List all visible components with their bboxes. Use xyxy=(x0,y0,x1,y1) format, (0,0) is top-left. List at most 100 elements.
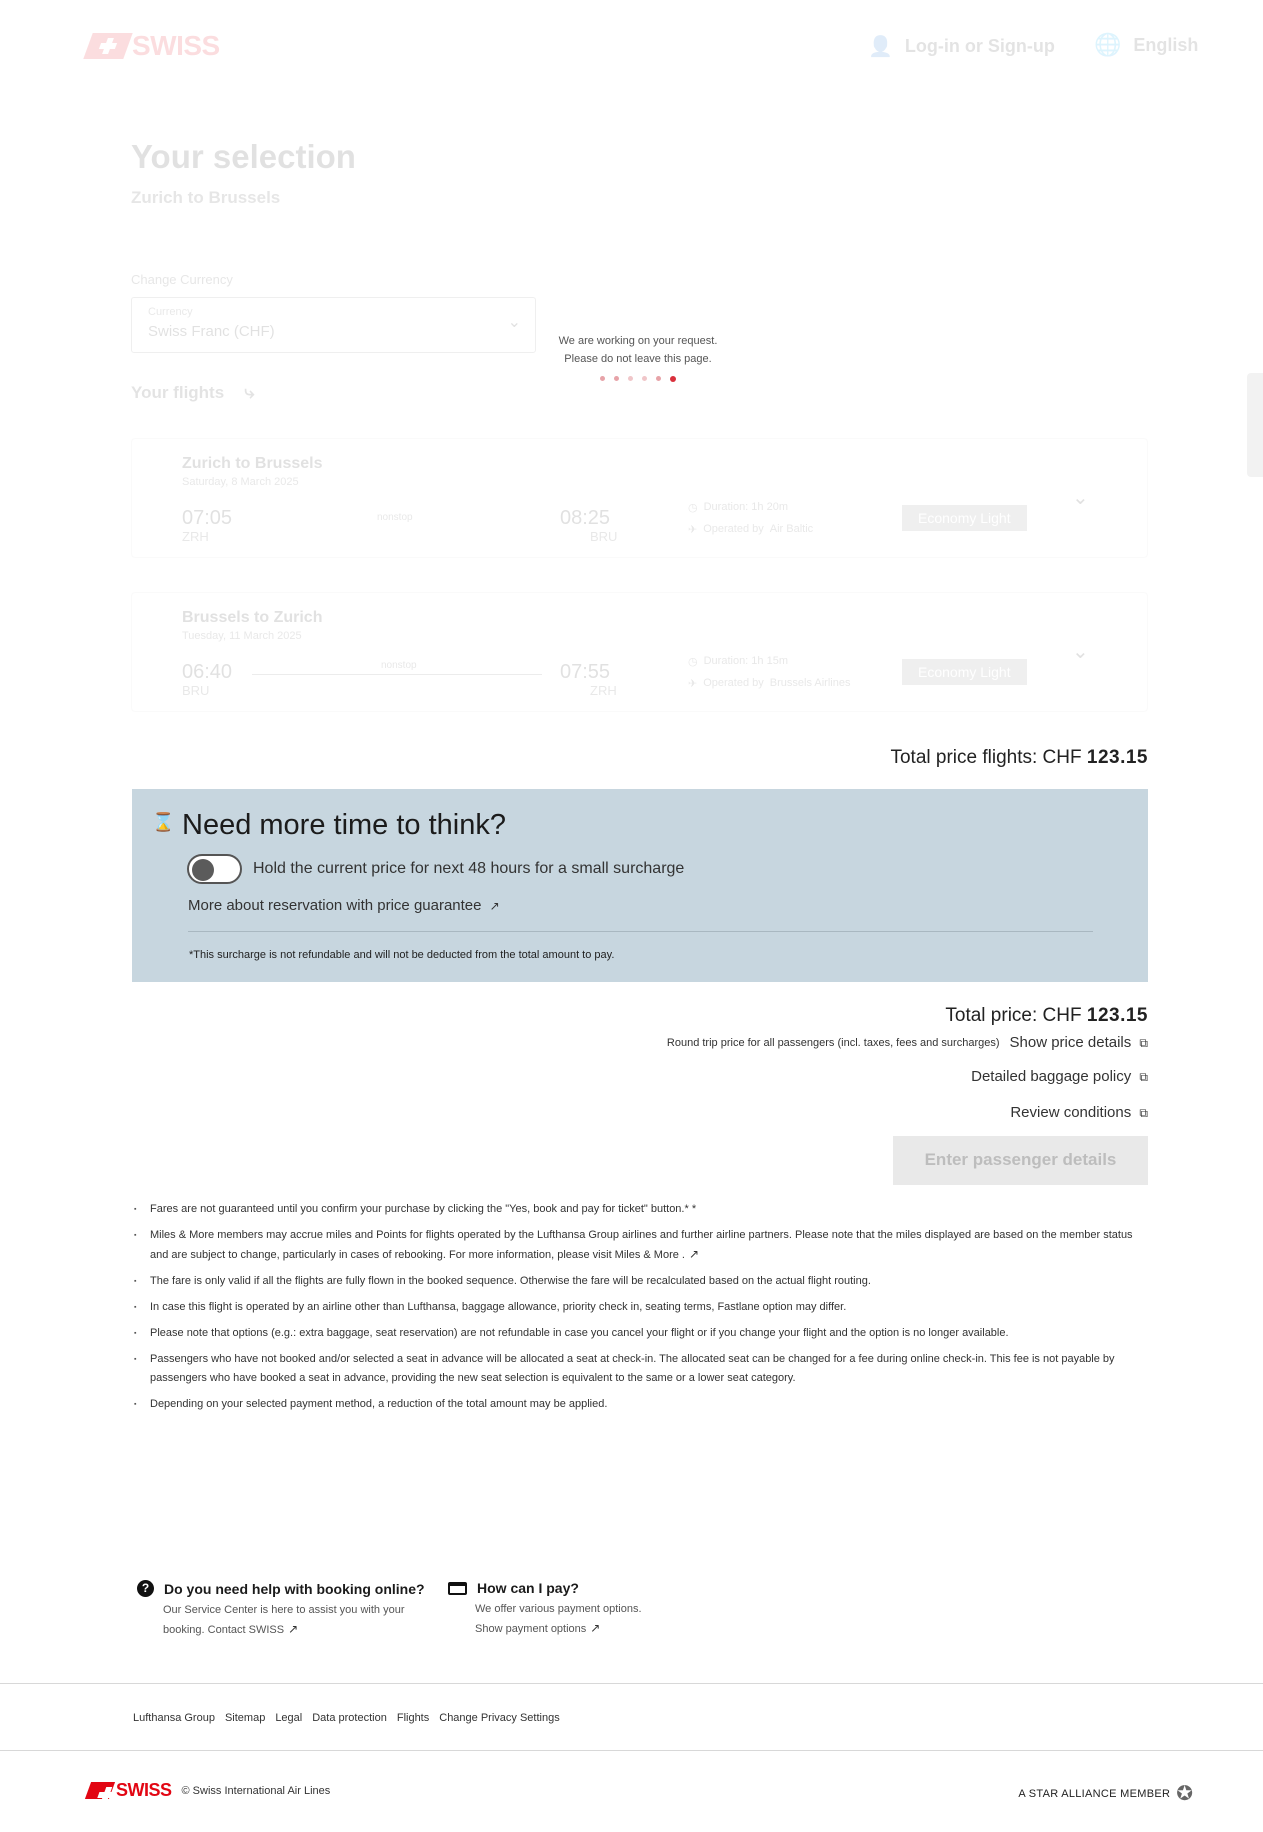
fare-note: Miles & More members may accrue miles an… xyxy=(132,1226,1142,1265)
feedback-tab[interactable] xyxy=(1247,373,1263,477)
price-hold-panel: ⌛ Need more time to think? Hold the curr… xyxy=(132,789,1148,982)
question-circle-icon: ? xyxy=(137,1580,154,1597)
payment-options-label: Show payment options xyxy=(475,1623,587,1635)
loading-line-2: Please do not leave this page. xyxy=(564,353,712,365)
flight-card-return[interactable]: Brussels to Zurich Tuesday, 11 March 202… xyxy=(131,592,1148,712)
plane-icon: ✈ xyxy=(688,524,698,536)
expand-chevron-icon[interactable]: ⌄ xyxy=(1072,639,1089,664)
footer-brand: SWISS © Swiss International Air Lines xyxy=(84,1780,331,1801)
currency-field-label: Currency xyxy=(148,306,193,318)
departure-airport: BRU xyxy=(182,683,210,698)
external-link-icon[interactable]: ↗ xyxy=(689,1245,699,1264)
price-hold-toggle-label: Hold the current price for next 48 hours… xyxy=(253,860,685,877)
operated-by-label: Operated by xyxy=(703,677,764,689)
share-icon[interactable]: ⤷ xyxy=(244,382,254,403)
page-title: Your selection xyxy=(131,138,356,175)
hourglass-icon: ⌛ xyxy=(152,812,175,832)
total-price: Total price: CHF 123.15 xyxy=(945,1005,1148,1027)
departure-time: 07:05 xyxy=(182,507,233,529)
panel-divider xyxy=(188,931,1093,932)
booking-help-text-wrap: Our Service Center is here to assist you… xyxy=(163,1601,437,1640)
clock-icon: ◷ xyxy=(688,502,698,514)
duration-label: Duration: 1h 15m xyxy=(703,655,788,667)
copyright: © Swiss International Air Lines xyxy=(181,1784,331,1797)
swiss-flag-icon xyxy=(84,1782,116,1799)
show-price-details-link[interactable]: Show price details ⧉ xyxy=(1010,1034,1148,1051)
payment-help-block: How can I pay? We offer various payment … xyxy=(448,1580,708,1639)
alliance-label: A STAR ALLIANCE MEMBER xyxy=(1018,1787,1171,1800)
fare-note: In case this flight is operated by an ai… xyxy=(132,1298,1142,1317)
brand-name: SWISS xyxy=(132,30,220,61)
footer-link-lufthansa-group[interactable]: Lufthansa Group xyxy=(133,1712,215,1724)
stops-label: nonstop xyxy=(377,512,413,523)
arrival-time: 08:25 xyxy=(560,507,611,529)
price-details-row: Round trip price for all passengers (inc… xyxy=(667,1034,1148,1051)
fare-badge: Economy Light xyxy=(902,659,1027,685)
departure-airport: ZRH xyxy=(182,529,209,544)
arrival-time: 07:55 xyxy=(560,661,611,683)
footer-link-flights[interactable]: Flights xyxy=(397,1712,429,1724)
fare-note: Depending on your selected payment metho… xyxy=(132,1395,1142,1414)
payment-help-text: We offer various payment options. xyxy=(475,1603,642,1615)
contact-swiss-label: Contact SWISS xyxy=(207,1624,285,1636)
arrival-airport: ZRH xyxy=(590,683,617,698)
review-conditions-link[interactable]: Review conditions ⧉ xyxy=(1010,1104,1148,1121)
duration-info: ◷ Duration: 1h 20m xyxy=(688,501,788,514)
flights-heading: Your flights ⤷ xyxy=(131,382,254,403)
total-price-subtitle: Round trip price for all passengers (inc… xyxy=(666,1036,1000,1049)
total-flights-label: Total price flights: CHF xyxy=(890,747,1082,768)
footer-link-legal[interactable]: Legal xyxy=(275,1712,302,1724)
operator-info: ✈ Operated by Brussels Airlines xyxy=(688,677,850,690)
flight-date: Saturday, 8 March 2025 xyxy=(182,476,299,488)
popup-icon: ⧉ xyxy=(1139,1070,1148,1084)
globe-icon: 🌐 xyxy=(1094,32,1122,57)
login-link[interactable]: 👤 Log-in or Sign-up xyxy=(868,34,1055,59)
price-details-label: Show price details xyxy=(1009,1034,1132,1051)
language-selector[interactable]: 🌐 English xyxy=(1094,32,1198,58)
enter-passenger-details-button[interactable]: Enter passenger details xyxy=(893,1136,1148,1185)
price-guarantee-link[interactable]: More about reservation with price guaran… xyxy=(188,897,500,914)
expand-chevron-icon[interactable]: ⌄ xyxy=(1072,485,1089,510)
footer-link-sitemap[interactable]: Sitemap xyxy=(225,1712,265,1724)
external-link-icon: ↗ xyxy=(288,1622,299,1636)
footer-brand-name: SWISS xyxy=(116,1780,172,1800)
clock-icon: ◷ xyxy=(688,656,698,668)
flights-heading-label: Your flights xyxy=(131,382,225,402)
currency-select[interactable]: Currency Swiss Franc (CHF) ⌄ xyxy=(131,297,536,353)
fare-note: The fare is only valid if all the flight… xyxy=(132,1272,1142,1291)
login-label: Log-in or Sign-up xyxy=(904,36,1055,56)
operator-name: Air Baltic xyxy=(769,523,814,535)
route-line xyxy=(252,674,542,675)
price-guarantee-link-label: More about reservation with price guaran… xyxy=(188,897,482,914)
swiss-logo[interactable]: SWISS xyxy=(83,30,220,62)
currency-heading: Change Currency xyxy=(131,272,233,287)
show-payment-options-link[interactable]: Show payment options ↗ xyxy=(475,1619,708,1639)
operator-name: Brussels Airlines xyxy=(769,677,851,689)
fare-note: Passengers who have not booked and/or se… xyxy=(132,1350,1142,1388)
stops-label: nonstop xyxy=(377,660,421,671)
footer-link-privacy-settings[interactable]: Change Privacy Settings xyxy=(439,1712,559,1724)
fare-badge: Economy Light xyxy=(902,505,1027,531)
baggage-policy-label: Detailed baggage policy xyxy=(971,1068,1132,1085)
footer-swiss-logo[interactable]: SWISS xyxy=(84,1780,172,1801)
surcharge-note: *This surcharge is not refundable and wi… xyxy=(189,949,615,961)
language-label: English xyxy=(1133,34,1199,55)
price-hold-toggle[interactable] xyxy=(187,854,242,884)
total-price-flights: Total price flights: CHF 123.15 xyxy=(890,747,1148,769)
user-icon: 👤 xyxy=(868,36,893,58)
chevron-down-icon: ⌄ xyxy=(507,314,521,331)
footer-link-data-protection[interactable]: Data protection xyxy=(312,1712,387,1724)
flight-card-outbound[interactable]: Zurich to Brussels Saturday, 8 March 202… xyxy=(131,438,1148,558)
route-subtitle: Zurich to Brussels xyxy=(131,188,281,207)
fare-note: Please note that options (e.g.: extra ba… xyxy=(132,1324,1142,1343)
baggage-policy-link[interactable]: Detailed baggage policy ⧉ xyxy=(971,1068,1148,1085)
operated-by-label: Operated by xyxy=(703,523,764,535)
payment-help-text-wrap: We offer various payment options. Show p… xyxy=(475,1600,708,1639)
loading-dots xyxy=(548,376,728,382)
popup-icon: ⧉ xyxy=(1139,1036,1148,1050)
review-conditions-label: Review conditions xyxy=(1010,1104,1132,1121)
external-link-icon: ↗ xyxy=(489,899,500,913)
contact-swiss-link[interactable]: Contact SWISS ↗ xyxy=(207,1622,298,1636)
booking-help-block: ? Do you need help with booking online? … xyxy=(137,1580,437,1640)
star-alliance-badge[interactable]: A STAR ALLIANCE MEMBER ✪ xyxy=(1018,1781,1193,1806)
